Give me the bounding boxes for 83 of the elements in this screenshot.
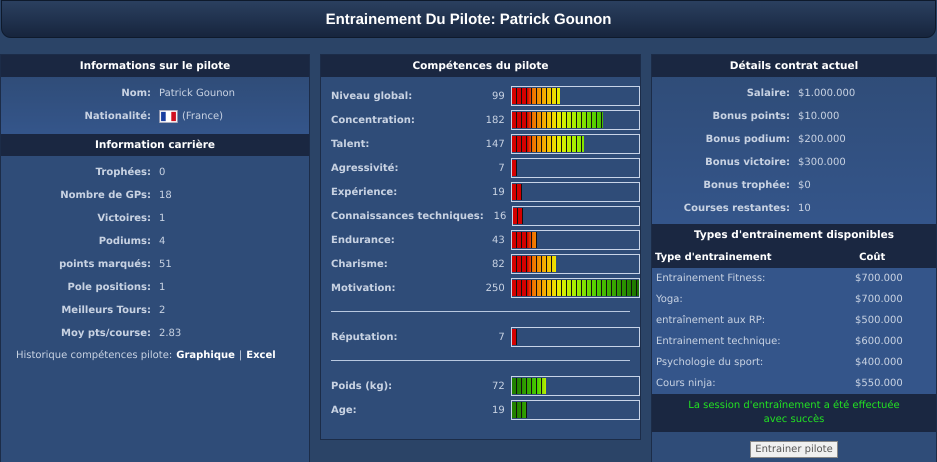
field-value: 4 xyxy=(159,236,166,247)
skill-label: Age: xyxy=(331,404,358,416)
skill-label: Concentration: xyxy=(331,114,416,126)
field-label: Bonus points: xyxy=(712,111,791,122)
field-label: Trophées: xyxy=(94,167,152,178)
field-label: Nom: xyxy=(120,88,152,99)
field-label: Nationalité: xyxy=(84,111,152,122)
success-message: La session d'entraînement a été effectuée avec succès xyxy=(688,400,900,425)
skill-value: 7 xyxy=(497,162,506,174)
table-cell-text: $700.000 xyxy=(855,294,904,305)
field-value: Patrick Gounon xyxy=(159,88,235,99)
skill-label: Réputation: xyxy=(331,332,398,342)
table-cell-text: Entrainement technique: xyxy=(655,336,782,347)
table-cell-text: Psychologie du sport: xyxy=(655,357,764,368)
table-cell-text: $500.000 xyxy=(855,315,904,326)
field-value: 2 xyxy=(159,305,166,316)
panel-header: Détails contrat actuel xyxy=(652,55,936,77)
field-value: $300.000 xyxy=(798,157,846,168)
separator-text: | xyxy=(238,350,242,360)
field-label: Bonus victoire: xyxy=(704,157,791,168)
skill-label: Poids (kg): xyxy=(331,380,394,392)
field-value: $1.000.000 xyxy=(798,88,856,99)
skill-label: Motivation: xyxy=(331,282,396,294)
table-cell-text: $550.000 xyxy=(855,378,904,389)
field-value: $200.000 xyxy=(798,134,846,145)
field-label: points marqués: xyxy=(58,259,152,270)
panel-header: Information carrière xyxy=(1,134,309,156)
history-label: Historique compétences pilote: xyxy=(16,350,172,360)
field-label: Podiums: xyxy=(98,236,152,247)
skill-value: 82 xyxy=(490,258,506,270)
field-label: Pole positions: xyxy=(66,282,152,293)
field-value: 10 xyxy=(798,203,811,214)
field-label: Victoires: xyxy=(96,213,152,224)
skill-value: 147 xyxy=(484,138,506,150)
field-value: 18 xyxy=(159,190,172,201)
table-cell-text: Yoga: xyxy=(655,294,684,305)
skill-label: Agressivité: xyxy=(331,162,400,174)
history-link[interactable]: Excel xyxy=(246,350,276,360)
page-title: Entrainement Du Pilote: Patrick Gounon xyxy=(326,10,612,28)
field-value: 1 xyxy=(159,282,166,293)
skill-value: 19 xyxy=(490,186,506,198)
field-label: Moy pts/course: xyxy=(60,328,152,339)
skill-label: Charisme: xyxy=(331,258,389,270)
panel-header: Informations sur le pilote xyxy=(1,55,309,77)
skill-label: Talent: xyxy=(331,138,370,150)
skill-value: 7 xyxy=(497,332,506,342)
skill-label: Niveau global: xyxy=(331,90,414,102)
table-cell-text: Cours ninja: xyxy=(655,378,717,389)
skill-value: 19 xyxy=(490,404,506,416)
field-value: $0 xyxy=(798,180,811,191)
field-label: Nombre de GPs: xyxy=(59,190,152,201)
field-label: Courses restantes: xyxy=(682,203,791,214)
table-cell-text: entraînement aux RP: xyxy=(655,315,766,326)
skill-value: 250 xyxy=(484,282,506,294)
table-cell-text: $600.000 xyxy=(855,336,904,347)
skill-value: 43 xyxy=(490,234,506,246)
field-value: 0 xyxy=(159,167,166,178)
flag-icon xyxy=(159,110,178,123)
table-cell-text: $400.000 xyxy=(855,357,904,368)
history-link[interactable]: Graphique xyxy=(176,350,235,360)
panel-header: Compétences du pilote xyxy=(321,55,640,77)
skill-label: Endurance: xyxy=(331,234,396,246)
skill-value: 182 xyxy=(484,114,506,126)
skill-label: Connaissances techniques: xyxy=(331,210,481,222)
field-label: Meilleurs Tours: xyxy=(60,305,152,316)
field-value: 1 xyxy=(159,213,166,224)
field-value: (France) xyxy=(182,111,224,122)
field-label: Salaire: xyxy=(746,88,791,99)
table-cell-text: Entrainement Fitness: xyxy=(655,273,766,284)
field-value: $10.000 xyxy=(798,111,840,122)
skill-value: 99 xyxy=(490,90,506,102)
field-label: Bonus trophée: xyxy=(702,180,791,191)
column-header: Type d'entrainement xyxy=(654,252,773,262)
field-value: 51 xyxy=(159,259,172,270)
field-value: 2.83 xyxy=(159,328,182,339)
skill-value: 16 xyxy=(492,210,508,222)
panel-header: Types d'entrainement disponibles xyxy=(652,224,936,246)
train-button[interactable]: Entrainer pilote xyxy=(750,441,838,458)
skill-value: 72 xyxy=(490,380,506,392)
skill-label: Expérience: xyxy=(331,186,398,198)
column-header: Coût xyxy=(858,252,886,262)
table-cell-text: $700.000 xyxy=(855,273,904,284)
field-label: Bonus podium: xyxy=(704,134,791,145)
